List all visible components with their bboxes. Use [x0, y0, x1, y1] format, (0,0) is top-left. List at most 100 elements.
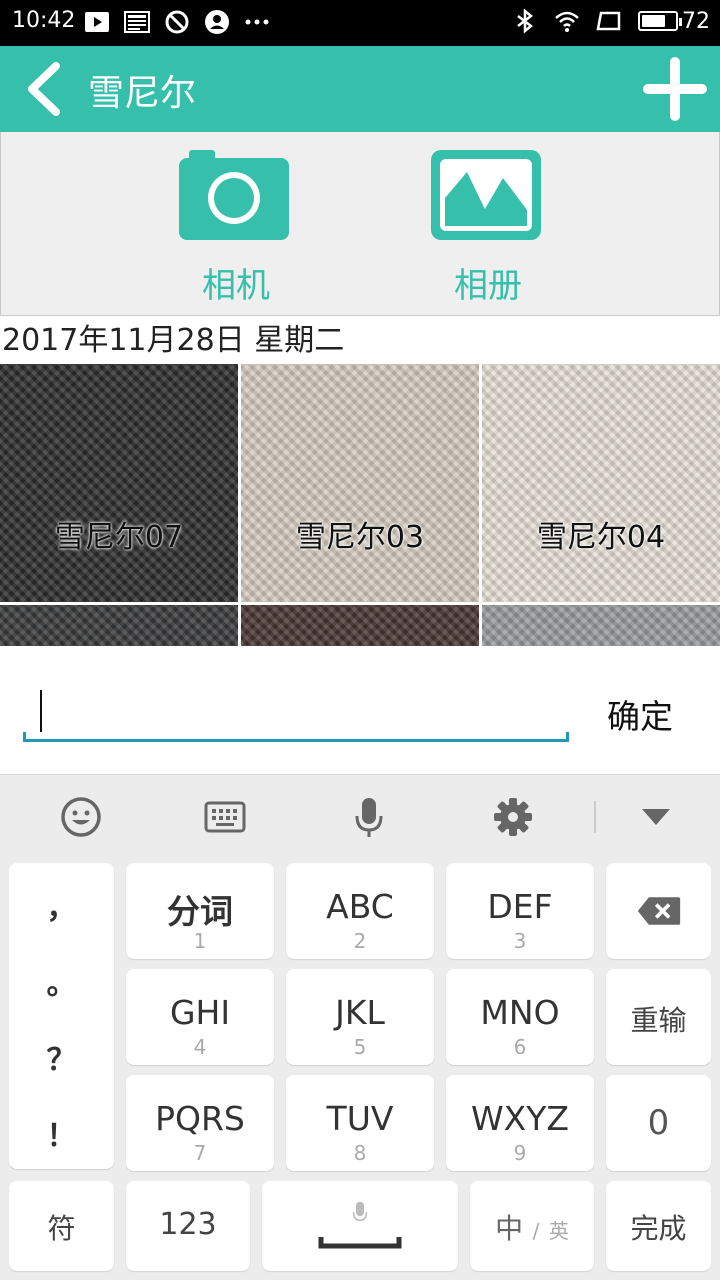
- tuv-key[interactable]: TUV 8: [286, 1075, 434, 1171]
- add-button[interactable]: [642, 56, 708, 122]
- zero-key[interactable]: 0: [606, 1075, 711, 1171]
- number-mode-key[interactable]: 123: [126, 1181, 250, 1271]
- fenci-key-label: 分词: [167, 892, 233, 931]
- jkl-key[interactable]: JKL 5: [286, 969, 434, 1065]
- date-header: 2017年11月28日 星期二: [2, 323, 345, 358]
- fabric-tile[interactable]: 雪尼尔07: [0, 364, 238, 602]
- news-icon: [124, 9, 150, 35]
- symbols-key-label: 符: [47, 1212, 76, 1245]
- emoji-button[interactable]: [59, 795, 103, 839]
- period-key[interactable]: 。: [9, 959, 114, 1003]
- emoji-icon: [61, 797, 101, 837]
- language-toggle-label: 中 / 英: [470, 1207, 594, 1247]
- album-icon: [431, 150, 541, 240]
- name-input[interactable]: [23, 688, 569, 742]
- pqrs-key-label: PQRS: [155, 1099, 245, 1138]
- exclamation-key[interactable]: ！: [9, 1111, 114, 1155]
- abc-key-digit: 2: [353, 929, 367, 953]
- collapse-keyboard-button[interactable]: [634, 795, 678, 839]
- fabric-label: 雪尼尔07: [54, 520, 184, 555]
- fenci-key[interactable]: 分词 1: [126, 863, 274, 959]
- lang-sep: /: [532, 1219, 540, 1243]
- space-microphone-icon: [352, 1201, 368, 1222]
- reinput-key-label: 重输: [630, 1004, 687, 1037]
- plus-icon: [643, 57, 707, 121]
- number-mode-key-label: 123: [159, 1207, 217, 1242]
- fabric-tile[interactable]: [241, 605, 479, 646]
- fenci-key-digit: 1: [193, 929, 207, 953]
- settings-gear-icon: [494, 798, 532, 836]
- settings-button[interactable]: [491, 795, 535, 839]
- mno-key-label: MNO: [480, 993, 560, 1032]
- symbols-key[interactable]: 符: [9, 1181, 114, 1271]
- ime-keyboard: ， 。 ？ ！ 分词 1 ABC 2 DEF 3 GHI 4 JKL 5 MNO…: [0, 774, 720, 1280]
- space-key[interactable]: [262, 1181, 458, 1271]
- wifi-icon: [554, 8, 580, 34]
- fabric-tile[interactable]: 雪尼尔04: [482, 364, 720, 602]
- text-caret: [40, 690, 42, 732]
- chevron-left-icon: [28, 62, 60, 116]
- reinput-key[interactable]: 重输: [606, 969, 711, 1065]
- play-icon: [84, 9, 110, 35]
- battery-percent: 72: [682, 8, 710, 34]
- abc-key-label: ABC: [326, 887, 394, 926]
- back-button[interactable]: [20, 58, 80, 118]
- status-bar: 10:42 72: [0, 0, 720, 46]
- fabric-label: 雪尼尔03: [295, 520, 425, 555]
- camera-icon: [179, 150, 289, 240]
- camera-label: 相机: [202, 266, 270, 306]
- lang-zh: 中: [495, 1212, 524, 1245]
- ghi-key[interactable]: GHI 4: [126, 969, 274, 1065]
- wxyz-key-digit: 9: [513, 1141, 527, 1165]
- microphone-icon: [355, 798, 383, 837]
- status-time: 10:42: [12, 8, 76, 33]
- punctuation-column: ， 。 ？ ！: [9, 863, 114, 1169]
- ghi-key-label: GHI: [169, 993, 231, 1032]
- bluetooth-icon: [512, 8, 538, 34]
- tuv-key-digit: 8: [353, 1141, 367, 1165]
- mno-key-digit: 6: [513, 1035, 527, 1059]
- abc-key[interactable]: ABC 2: [286, 863, 434, 959]
- fabric-tile[interactable]: 雪尼尔03: [241, 364, 479, 602]
- space-bar-icon: [318, 1237, 402, 1249]
- backspace-icon: [637, 897, 681, 925]
- keyboard-switch-button[interactable]: [203, 795, 247, 839]
- wxyz-key-label: WXYZ: [470, 1099, 569, 1138]
- confirm-button[interactable]: 确定: [590, 690, 690, 736]
- keyboard-icon: [204, 801, 246, 833]
- comma-key[interactable]: ，: [9, 883, 114, 927]
- pqrs-key[interactable]: PQRS 7: [126, 1075, 274, 1171]
- toolbar-divider: [594, 801, 596, 833]
- tuv-key-label: TUV: [326, 1099, 394, 1138]
- title-bar: 雪尼尔: [0, 46, 720, 132]
- mno-key[interactable]: MNO 6: [446, 969, 594, 1065]
- language-toggle-key[interactable]: 中 / 英: [470, 1181, 594, 1271]
- wxyz-key[interactable]: WXYZ 9: [446, 1075, 594, 1171]
- zero-key-label: 0: [647, 1103, 670, 1143]
- jkl-key-digit: 5: [353, 1035, 367, 1059]
- fabric-tile[interactable]: [0, 605, 238, 646]
- jkl-key-label: JKL: [335, 993, 385, 1032]
- def-key-label: DEF: [487, 887, 553, 926]
- battery-icon: [638, 11, 682, 31]
- voice-input-button[interactable]: [347, 795, 391, 839]
- question-key[interactable]: ？: [9, 1035, 114, 1079]
- fabric-grid: 雪尼尔07 雪尼尔03 雪尼尔04: [0, 364, 720, 646]
- page-title: 雪尼尔: [88, 73, 197, 114]
- collapse-down-icon: [642, 809, 670, 825]
- fabric-tile[interactable]: [482, 605, 720, 646]
- backspace-key[interactable]: [606, 863, 711, 959]
- done-key[interactable]: 完成: [606, 1181, 711, 1271]
- album-label: 相册: [454, 266, 522, 306]
- lang-en: 英: [548, 1219, 569, 1243]
- def-key[interactable]: DEF 3: [446, 863, 594, 959]
- name-input-row: 确定: [0, 646, 720, 774]
- keyboard-toolbar: [0, 775, 720, 861]
- album-button[interactable]: 相册: [423, 142, 553, 312]
- battery-indicator: 72: [638, 9, 710, 34]
- image-source-panel: 相机 相册: [0, 132, 720, 316]
- screen-icon: [596, 8, 622, 34]
- def-key-digit: 3: [513, 929, 527, 953]
- blocked-icon: [164, 9, 190, 35]
- camera-button[interactable]: 相机: [171, 142, 301, 312]
